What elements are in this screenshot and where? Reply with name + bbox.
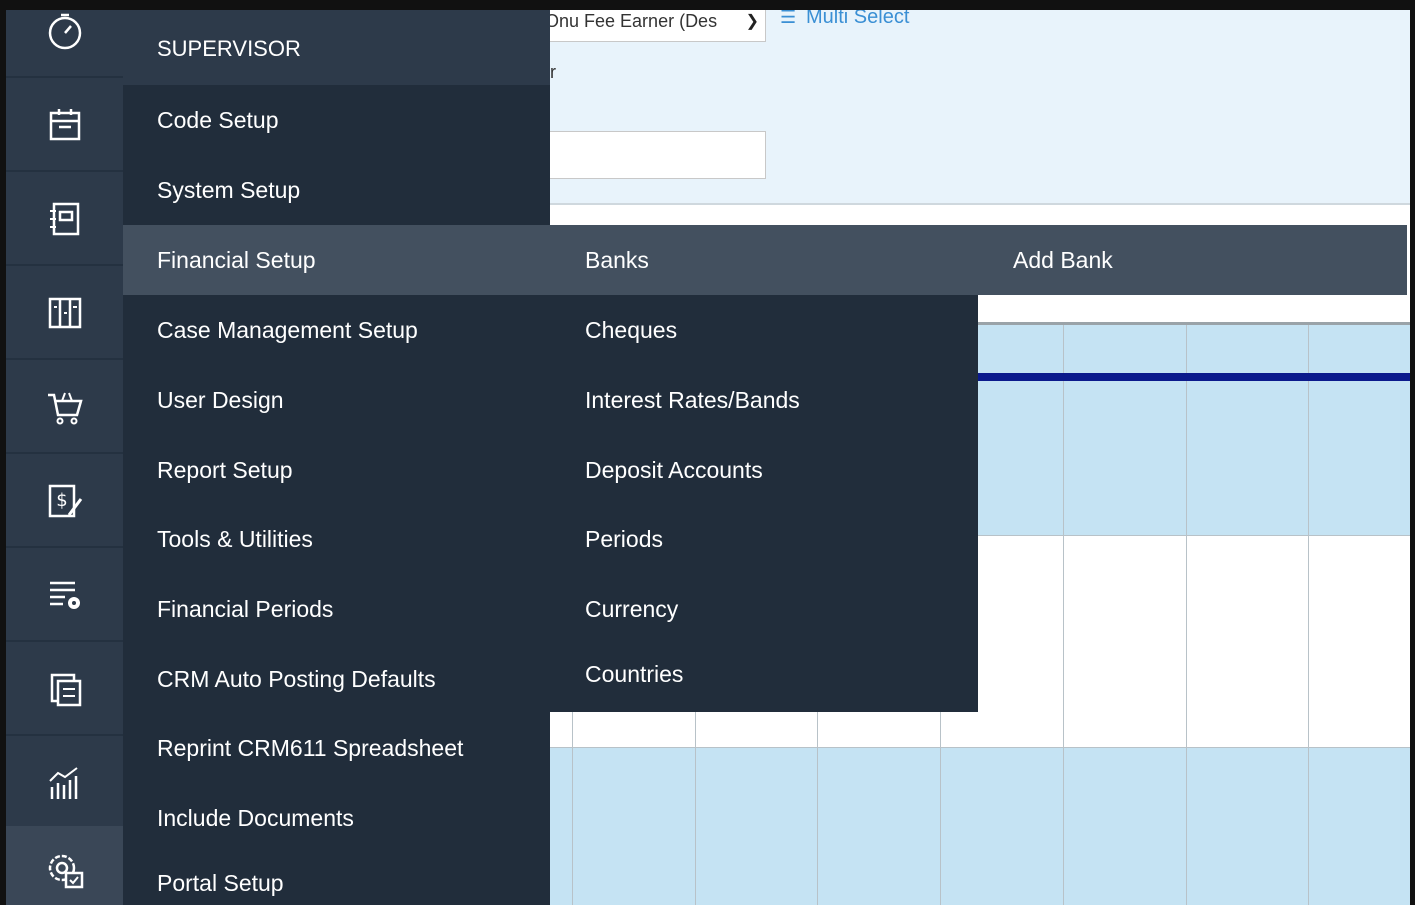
rail-item-timer[interactable] bbox=[6, 0, 123, 78]
rail-item-billing[interactable]: $ bbox=[6, 456, 123, 548]
list-settings-icon bbox=[49, 581, 80, 609]
banks-submenu: Add Bank bbox=[978, 225, 1407, 295]
menu-item-crm-auto-posting-defaults[interactable]: CRM Auto Posting Defaults bbox=[123, 644, 550, 714]
supervisor-menu: SUPERVISOR Code Setup System Setup Finan… bbox=[123, 10, 550, 905]
fee-earner-select[interactable]: Onu Fee Earner (Des ❯ bbox=[520, 6, 766, 42]
grid-column-divider bbox=[1063, 325, 1064, 905]
menu-item-banks[interactable]: Banks bbox=[550, 225, 978, 295]
menu-item-currency[interactable]: Currency bbox=[550, 574, 978, 644]
multi-select-label: Multi Select bbox=[806, 6, 910, 28]
menu-item-include-documents[interactable]: Include Documents bbox=[123, 783, 550, 853]
books-icon bbox=[48, 297, 81, 329]
icon-sidebar: $ bbox=[6, 0, 123, 905]
rail-item-reports[interactable] bbox=[6, 738, 123, 830]
menu-item-financial-periods[interactable]: Financial Periods bbox=[123, 574, 550, 644]
menu-item-reprint-crm611-spreadsheet[interactable]: Reprint CRM611 Spreadsheet bbox=[123, 713, 550, 783]
clock-icon bbox=[48, 13, 81, 50]
menu-item-case-management-setup[interactable]: Case Management Setup bbox=[123, 295, 550, 365]
documents-icon bbox=[50, 673, 81, 707]
reports-chart-icon bbox=[48, 767, 78, 799]
menu-item-interest-rates-bands[interactable]: Interest Rates/Bands bbox=[550, 365, 978, 435]
grid-divider bbox=[550, 747, 1410, 748]
financial-setup-submenu: Banks Cheques Interest Rates/Bands Depos… bbox=[550, 225, 978, 712]
menu-item-periods[interactable]: Periods bbox=[550, 504, 978, 574]
checklist-icon: ☰ bbox=[780, 7, 797, 27]
menu-item-portal-setup[interactable]: Portal Setup bbox=[123, 848, 550, 905]
rail-item-books[interactable] bbox=[6, 268, 123, 360]
filter-label: r bbox=[550, 62, 556, 82]
menu-item-cheques[interactable]: Cheques bbox=[550, 295, 978, 365]
rail-item-list-settings[interactable] bbox=[6, 550, 123, 642]
calendar-icon bbox=[49, 109, 80, 141]
multi-select-link[interactable]: ☰ Multi Select bbox=[780, 6, 909, 29]
rail-item-calendar[interactable] bbox=[6, 80, 123, 172]
grid-column-divider bbox=[1186, 325, 1187, 905]
supervisor-menu-header: SUPERVISOR bbox=[123, 10, 550, 85]
filter-text-input[interactable] bbox=[520, 131, 766, 179]
ledger-icon bbox=[49, 202, 79, 236]
menu-item-code-setup[interactable]: Code Setup bbox=[123, 85, 550, 155]
chevron-down-icon: ❯ bbox=[745, 13, 759, 30]
svg-text:$: $ bbox=[56, 490, 67, 511]
rail-item-cart[interactable] bbox=[6, 362, 123, 454]
menu-item-financial-setup[interactable]: Financial Setup bbox=[123, 225, 550, 295]
invoice-icon: $ bbox=[48, 484, 82, 518]
menu-item-add-bank[interactable]: Add Bank bbox=[978, 225, 1407, 295]
menu-item-tools-utilities[interactable]: Tools & Utilities bbox=[123, 504, 550, 574]
menu-item-system-setup[interactable]: System Setup bbox=[123, 155, 550, 225]
menu-item-deposit-accounts[interactable]: Deposit Accounts bbox=[550, 435, 978, 505]
menu-item-countries[interactable]: Countries bbox=[550, 639, 978, 709]
settings-gear-icon bbox=[48, 854, 83, 889]
rail-item-supervisor[interactable] bbox=[6, 826, 123, 905]
cart-icon bbox=[47, 392, 83, 425]
rail-item-documents[interactable] bbox=[6, 644, 123, 736]
selection-highlight-line bbox=[978, 373, 1410, 381]
rail-item-ledger[interactable] bbox=[6, 174, 123, 266]
fee-earner-select-value: Onu Fee Earner (Des bbox=[545, 11, 718, 31]
menu-item-report-setup[interactable]: Report Setup bbox=[123, 435, 550, 505]
grid-column-divider bbox=[1308, 325, 1309, 905]
menu-item-user-design[interactable]: User Design bbox=[123, 365, 550, 435]
